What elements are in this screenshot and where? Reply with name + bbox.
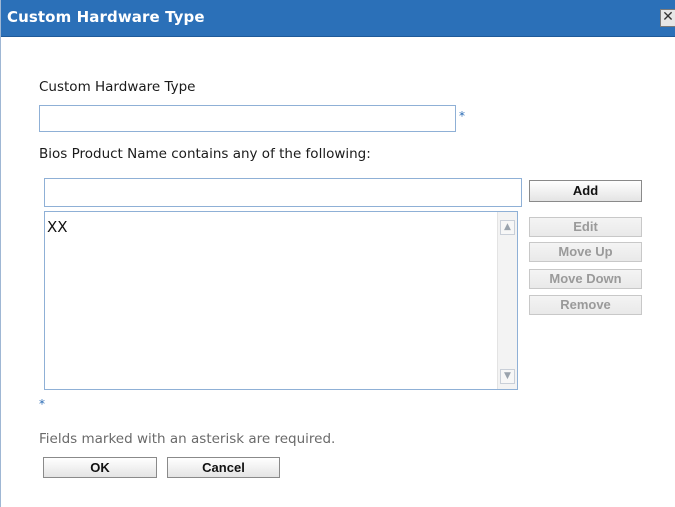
required-fields-note: Fields marked with an asterisk are requi…	[39, 431, 336, 447]
add-button[interactable]: Add	[529, 180, 642, 202]
edit-button[interactable]: Edit	[529, 217, 642, 237]
required-asterisk: *	[459, 109, 465, 123]
bios-product-name-input[interactable]	[44, 178, 522, 207]
move-up-button[interactable]: Move Up	[529, 242, 642, 262]
bios-product-name-list[interactable]: XX ▲ ▼	[44, 211, 518, 390]
chevron-up-icon[interactable]: ▲	[500, 220, 515, 235]
list-item[interactable]: XX	[47, 218, 68, 236]
bios-product-name-label: Bios Product Name contains any of the fo…	[39, 146, 371, 162]
cancel-button[interactable]: Cancel	[167, 457, 280, 478]
custom-hardware-type-dialog: Custom Hardware Type ✕ Custom Hardware T…	[0, 0, 675, 507]
dialog-title: Custom Hardware Type	[7, 8, 205, 26]
remove-button[interactable]: Remove	[529, 295, 642, 315]
list-scrollbar[interactable]: ▲ ▼	[497, 212, 517, 389]
dialog-titlebar: Custom Hardware Type ✕	[1, 0, 675, 37]
chevron-down-icon[interactable]: ▼	[500, 369, 515, 384]
custom-hardware-type-input[interactable]	[39, 105, 456, 132]
move-down-button[interactable]: Move Down	[529, 269, 642, 289]
list-required-asterisk: *	[39, 397, 45, 411]
custom-hardware-type-label: Custom Hardware Type	[39, 79, 196, 95]
close-icon[interactable]: ✕	[660, 9, 675, 27]
ok-button[interactable]: OK	[43, 457, 157, 478]
